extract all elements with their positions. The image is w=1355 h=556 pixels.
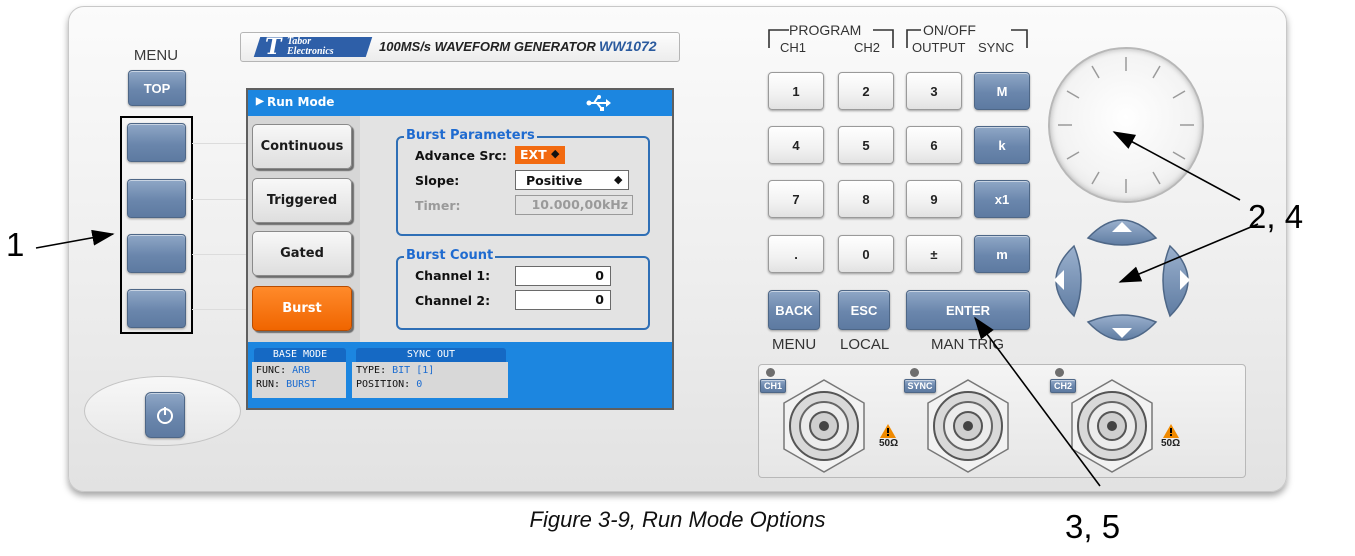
callout-arrows (35, 131, 1259, 487)
callout-3-arrow (974, 316, 1101, 487)
callout-1-arrow (35, 229, 115, 249)
callout-1-label: 1 (6, 226, 25, 263)
figure-caption: Figure 3-9, Run Mode Options (529, 507, 826, 532)
callout-2-arrow-knob (1112, 131, 1241, 201)
callout-2-4-label: 2, 4 (1248, 198, 1304, 235)
callout-2-arrow-pad (1118, 223, 1259, 283)
